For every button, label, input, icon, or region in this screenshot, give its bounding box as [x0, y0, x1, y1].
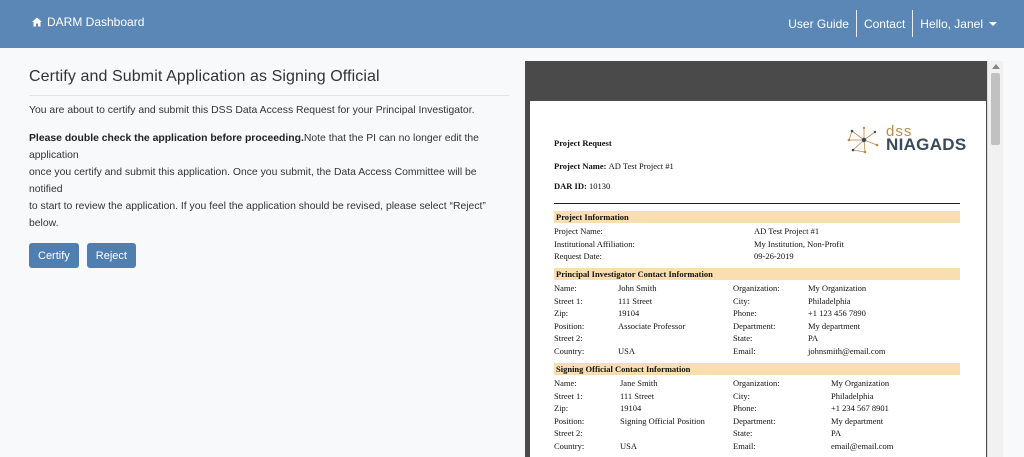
doc-project-name: Project Name: AD Test Project #1 [554, 161, 674, 171]
page-title: Certify and Submit Application as Signin… [29, 68, 509, 96]
certify-panel: Certify and Submit Application as Signin… [29, 68, 509, 268]
table-row: Street 1: 111 Street City: Philadelphia [554, 390, 874, 401]
scroll-up-icon[interactable] [992, 64, 1000, 69]
table-row: Country: USA Email: johnsmith@email.com [554, 346, 886, 356]
brand-link[interactable]: DARM Dashboard [32, 15, 144, 29]
table-row: Position: Signing Official Position Depart… [554, 415, 884, 426]
scroll-thumb[interactable] [991, 73, 1000, 145]
doc-divider [554, 203, 960, 204]
table-row: Street 2: State: PA [554, 333, 819, 344]
table-row: Country: USA Email: email@email.com [554, 441, 894, 451]
nav-user-guide[interactable]: User Guide [781, 10, 856, 37]
table-row: Name: Jane Smith Organization: My Organizat… [554, 378, 890, 388]
home-icon [32, 17, 42, 27]
warning-line-2: once you certify and submit this applica… [29, 167, 477, 195]
user-greeting: Hello, Janel [920, 16, 983, 31]
table-row: Institutional Affiliation: My Institution… [554, 238, 844, 249]
nav-contact[interactable]: Contact [855, 10, 912, 37]
reject-button[interactable]: Reject [86, 243, 136, 268]
warning-line-3: to start to review the application. If y… [29, 201, 486, 229]
warning-bold: Please double check the application befo… [29, 133, 304, 144]
section-project-info: Project Information [554, 211, 960, 223]
table-row: Name: John Smith Organization: My Organizat… [554, 283, 867, 293]
brand-label: DARM Dashboard [47, 15, 145, 29]
top-navbar: DARM Dashboard User Guide Contact Hello,… [0, 0, 1024, 48]
table-row: Street 1: 111 Street City: Philadelphia [554, 295, 851, 306]
pdf-page: Project Request Project Name: AD Test Pr… [530, 101, 986, 457]
intro-text: You are about to certify and submit this… [29, 105, 475, 116]
nav-user-menu[interactable]: Hello, Janel [912, 10, 1004, 37]
caret-down-icon [989, 21, 997, 26]
table-row: Project Name: AD Test Project #1 [554, 226, 820, 236]
niagads-logo: dss NIAGADS [844, 123, 967, 157]
table-row: Street 2: State: PA [554, 428, 842, 439]
doc-dar-id: DAR ID: 10130 [554, 181, 611, 191]
nav-links: User Guide Contact Hello, Janel [781, 10, 1004, 37]
warning-text: Please double check the application befo… [29, 130, 509, 232]
viewer-scrollbar[interactable] [987, 61, 1003, 457]
table-row: Zip: 19104 Phone: +1 234 567 8901 [554, 403, 889, 414]
table-row: Position: Associate Professor Department: M… [554, 320, 861, 331]
logo-niagads: NIAGADS [886, 135, 967, 154]
section-pi-info: Principal Investigator Contact Informati… [554, 268, 960, 280]
section-so-info: Signing Official Contact Information [554, 363, 960, 375]
table-row: Request Date: 09-26-2019 [554, 251, 794, 262]
certify-button[interactable]: Certify [29, 243, 79, 268]
network-logo-icon [847, 126, 879, 154]
action-buttons: Certify Reject [29, 243, 509, 268]
doc-heading: Project Request [554, 138, 612, 148]
table-row: Zip: 19104 Phone: +1 123 456 7890 [554, 308, 866, 319]
